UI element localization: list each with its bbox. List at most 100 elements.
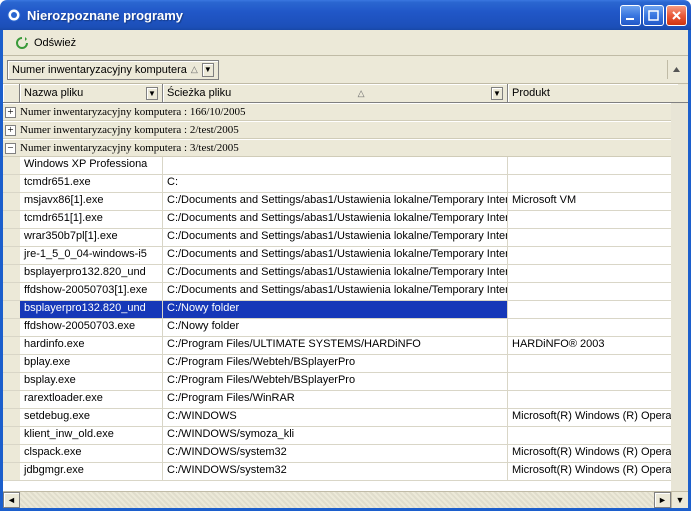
scroll-down-button[interactable]: ▼: [671, 492, 688, 508]
table-row[interactable]: rarextloader.exeC:/Program Files/WinRAR: [3, 391, 688, 409]
group-row[interactable]: +Numer inwentaryzacyjny komputera : 2/te…: [3, 121, 688, 139]
row-indent: [3, 463, 20, 480]
table-row[interactable]: jdbgmgr.exeC:/WINDOWS/system32Microsoft(…: [3, 463, 688, 481]
column-header-label: Produkt: [512, 87, 550, 99]
cell-path: C:/Program Files/ULTIMATE SYSTEMS/HARDiN…: [163, 337, 508, 354]
cell-product: [508, 355, 678, 372]
table-row[interactable]: tcmdr651[1].exeC:/Documents and Settings…: [3, 211, 688, 229]
cell-name: wrar350b7pl[1].exe: [20, 229, 163, 246]
row-indent: [3, 319, 20, 336]
table-row[interactable]: setdebug.exeC:/WINDOWSMicrosoft(R) Windo…: [3, 409, 688, 427]
row-indent: [3, 175, 20, 192]
table-row[interactable]: bplay.exeC:/Program Files/Webteh/BSplaye…: [3, 355, 688, 373]
groupbar-scroll-up[interactable]: [667, 60, 684, 79]
row-indent: [3, 157, 20, 174]
title-bar: Nierozpoznane programy: [0, 0, 691, 30]
table-row[interactable]: wrar350b7pl[1].exeC:/Documents and Setti…: [3, 229, 688, 247]
table-row[interactable]: ffdshow-20050703.exeC:/Nowy folder: [3, 319, 688, 337]
cell-product: Microsoft(R) Windows (R) Opera: [508, 409, 678, 426]
cell-name: hardinfo.exe: [20, 337, 163, 354]
expand-icon[interactable]: +: [5, 107, 16, 118]
maximize-button[interactable]: [643, 5, 664, 26]
row-indent: [3, 409, 20, 426]
table-row[interactable]: klient_inw_old.exeC:/WINDOWS/symoza_kli: [3, 427, 688, 445]
cell-path: C:/Nowy folder: [163, 319, 508, 336]
table-row[interactable]: msjavx86[1].exeC:/Documents and Settings…: [3, 193, 688, 211]
window-frame: Odśwież Numer inwentaryzacyjny komputera…: [0, 30, 691, 511]
cell-name: jdbgmgr.exe: [20, 463, 163, 480]
cell-name: klient_inw_old.exe: [20, 427, 163, 444]
cell-name: bsplayerpro132.820_und: [20, 265, 163, 282]
cell-path: C:/Program Files/Webteh/BSplayerPro: [163, 355, 508, 372]
scroll-right-button[interactable]: ►: [654, 492, 671, 508]
group-row[interactable]: −Numer inwentaryzacyjny komputera : 3/te…: [3, 139, 688, 157]
cell-product: HARDiNFO® 2003: [508, 337, 678, 354]
refresh-label: Odśwież: [34, 37, 76, 49]
cell-path: C:/WINDOWS: [163, 409, 508, 426]
vertical-scrollbar[interactable]: [671, 103, 688, 491]
table-row[interactable]: Windows XP Professiona: [3, 157, 688, 175]
cell-product: [508, 373, 678, 390]
group-chip[interactable]: Numer inwentaryzacyjny komputera △ ▼: [7, 60, 219, 80]
table-row[interactable]: tcmdr651.exeC:: [3, 175, 688, 193]
table-row[interactable]: ffdshow-20050703[1].exeC:/Documents and …: [3, 283, 688, 301]
table-row[interactable]: bsplayerpro132.820_undC:/Documents and S…: [3, 265, 688, 283]
toolbar: Odśwież: [3, 30, 688, 56]
window-title: Nierozpoznane programy: [27, 8, 618, 23]
table-row[interactable]: clspack.exeC:/WINDOWS/system32Microsoft(…: [3, 445, 688, 463]
row-indent: [3, 373, 20, 390]
cell-product: [508, 157, 678, 174]
cell-path: C:/Nowy folder: [163, 301, 508, 318]
chevron-down-icon[interactable]: ▼: [202, 63, 214, 77]
column-header-product[interactable]: Produkt: [508, 84, 678, 102]
cell-path: C:: [163, 175, 508, 192]
group-label: Numer inwentaryzacyjny komputera : 166/1…: [20, 106, 245, 118]
cell-product: [508, 229, 678, 246]
cell-name: jre-1_5_0_04-windows-i5: [20, 247, 163, 264]
chevron-down-icon[interactable]: ▼: [491, 87, 503, 100]
cell-path: C:/Program Files/Webteh/BSplayerPro: [163, 373, 508, 390]
cell-product: [508, 301, 678, 318]
data-grid: Nazwa pliku ▼ Ścieżka pliku △ ▼ Produkt …: [3, 84, 688, 508]
refresh-icon: [14, 35, 30, 51]
table-row[interactable]: bsplay.exeC:/Program Files/Webteh/BSplay…: [3, 373, 688, 391]
group-chip-label: Numer inwentaryzacyjny komputera: [12, 64, 187, 76]
chevron-down-icon[interactable]: ▼: [146, 87, 158, 100]
group-label: Numer inwentaryzacyjny komputera : 3/tes…: [20, 142, 239, 154]
table-row[interactable]: bsplayerpro132.820_undC:/Nowy folder: [3, 301, 688, 319]
minimize-button[interactable]: [620, 5, 641, 26]
horizontal-scrollbar: ◄ ► ▼: [3, 491, 688, 508]
row-indent: [3, 211, 20, 228]
scroll-track[interactable]: [671, 103, 688, 491]
cell-name: setdebug.exe: [20, 409, 163, 426]
column-header-name[interactable]: Nazwa pliku ▼: [20, 84, 163, 102]
expand-icon[interactable]: +: [5, 125, 16, 136]
cell-name: rarextloader.exe: [20, 391, 163, 408]
collapse-icon[interactable]: −: [5, 143, 16, 154]
group-row[interactable]: + Numer inwentaryzacyjny komputera : 166/…: [3, 103, 688, 121]
column-header-path[interactable]: Ścieżka pliku △ ▼: [163, 84, 508, 102]
cell-name: tcmdr651[1].exe: [20, 211, 163, 228]
cell-product: [508, 211, 678, 228]
cell-path: C:/Documents and Settings/abas1/Ustawien…: [163, 265, 508, 282]
scroll-track[interactable]: [20, 492, 654, 508]
refresh-button[interactable]: Odśwież: [7, 32, 83, 54]
cell-name: ffdshow-20050703[1].exe: [20, 283, 163, 300]
cell-name: clspack.exe: [20, 445, 163, 462]
row-indent: [3, 193, 20, 210]
table-row[interactable]: hardinfo.exeC:/Program Files/ULTIMATE SY…: [3, 337, 688, 355]
row-indent: [3, 247, 20, 264]
row-indent: [3, 445, 20, 462]
row-indent: [3, 391, 20, 408]
cell-path: C:/Documents and Settings/abas1/Ustawien…: [163, 283, 508, 300]
cell-product: [508, 247, 678, 264]
cell-name: bplay.exe: [20, 355, 163, 372]
table-row[interactable]: jre-1_5_0_04-windows-i5C:/Documents and …: [3, 247, 688, 265]
cell-path: C:/WINDOWS/system32: [163, 445, 508, 462]
row-indent: [3, 229, 20, 246]
cell-name: bsplayerpro132.820_und: [20, 301, 163, 318]
scroll-left-button[interactable]: ◄: [3, 492, 20, 508]
cell-product: Microsoft VM: [508, 193, 678, 210]
close-button[interactable]: [666, 5, 687, 26]
cell-product: [508, 391, 678, 408]
